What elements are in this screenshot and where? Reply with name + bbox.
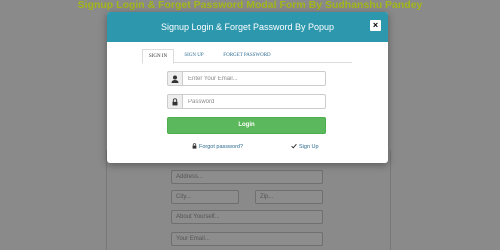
modal-title: Signup Login & Forget Password By Popup: [160, 22, 335, 32]
background-form: Address... City... Zip... About Yourself…: [106, 150, 391, 250]
close-button[interactable]: ×: [370, 20, 381, 31]
check-icon: [291, 143, 297, 149]
modal-header: Signup Login & Forget Password By Popup …: [107, 12, 388, 42]
tab-sign-up[interactable]: SIGN UP: [180, 49, 208, 62]
zip-field[interactable]: Zip...: [255, 190, 323, 204]
signup-label: Sign Up: [299, 144, 319, 150]
lock-icon: [167, 94, 182, 109]
tab-sign-in[interactable]: SIGN IN: [142, 49, 174, 64]
password-input[interactable]: [182, 94, 326, 109]
login-button[interactable]: Login: [167, 117, 326, 134]
close-icon: ×: [372, 20, 379, 30]
forgot-password-label: Forgot password?: [199, 144, 244, 150]
email-input-group: [167, 71, 326, 86]
email-input[interactable]: [182, 71, 326, 86]
signup-link[interactable]: Sign Up: [291, 143, 319, 151]
email-field[interactable]: Your Email...: [171, 232, 323, 246]
page-title: Signup Login & Forget Password Modal For…: [77, 0, 423, 11]
address-field[interactable]: Address...: [171, 170, 323, 184]
city-field[interactable]: City...: [171, 190, 239, 204]
about-field[interactable]: About Yourself...: [171, 210, 323, 224]
password-input-group: [167, 94, 326, 109]
lock-icon: [192, 143, 197, 149]
login-modal: Signup Login & Forget Password By Popup …: [107, 12, 388, 163]
tab-forget-password[interactable]: FORGET PASSWORD: [217, 49, 277, 62]
user-icon: [167, 71, 182, 86]
forgot-password-link[interactable]: Forgot password?: [192, 143, 243, 151]
tab-bar: SIGN IN SIGN UP FORGET PASSWORD: [142, 49, 352, 64]
